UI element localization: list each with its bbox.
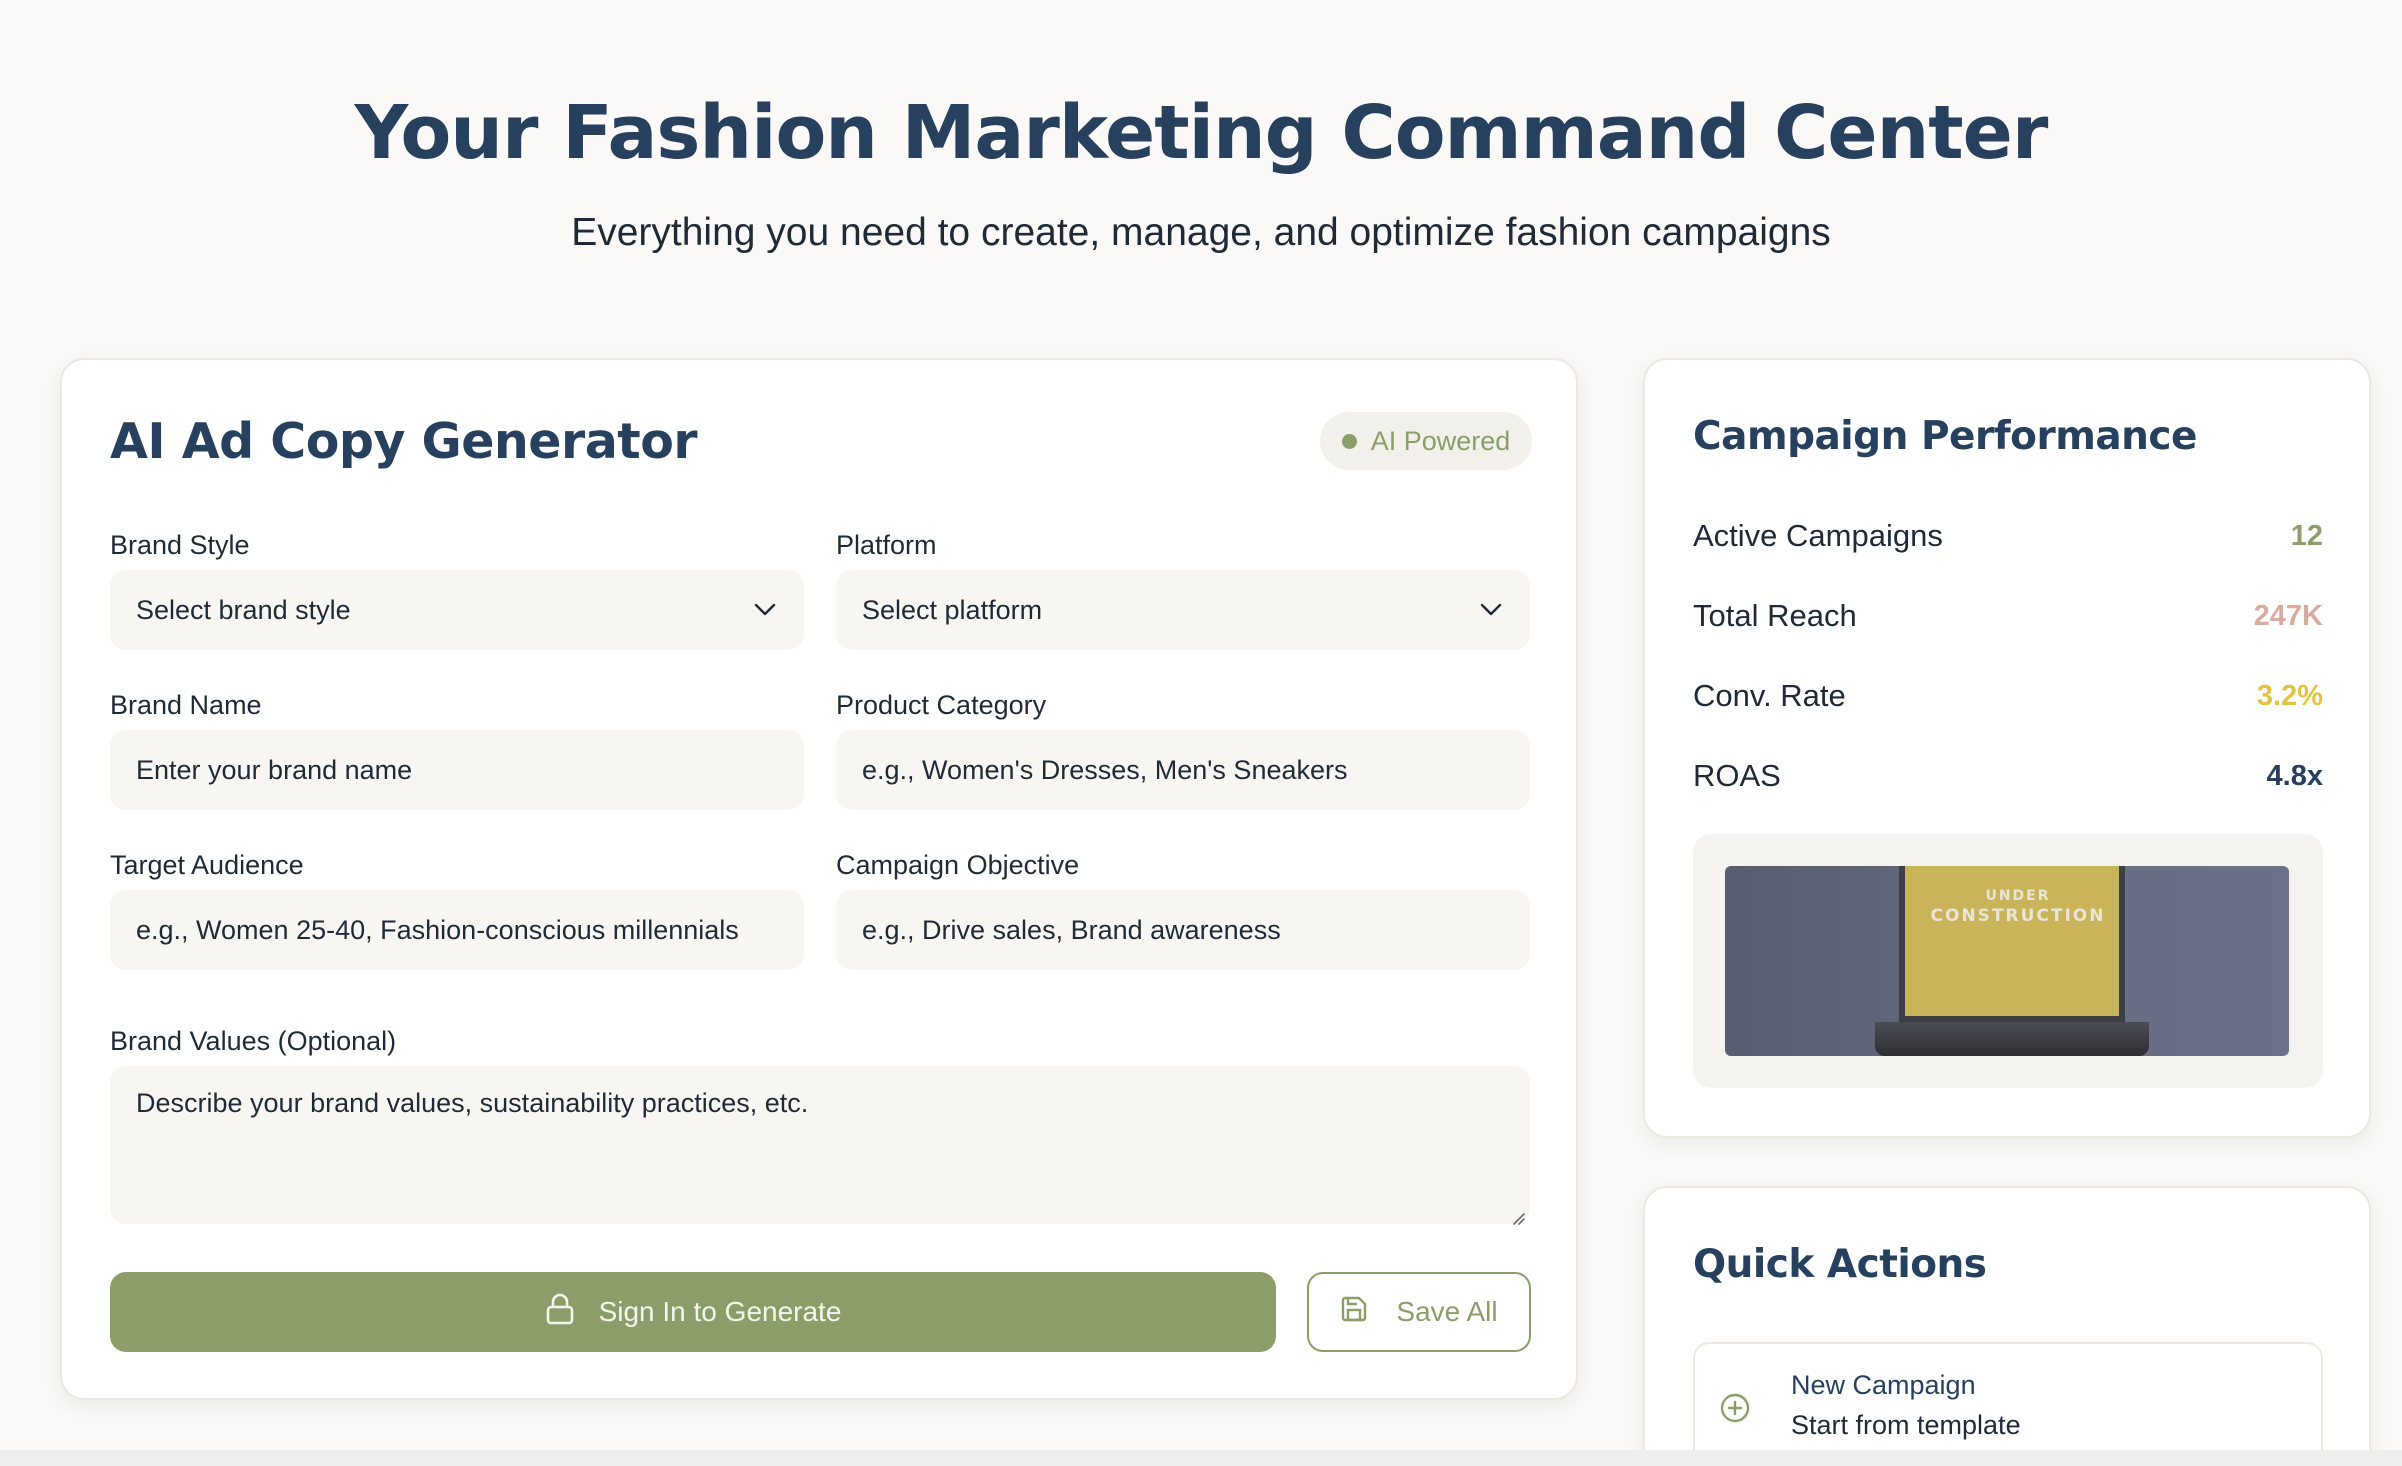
page-title: Your Fashion Marketing Command Center: [354, 90, 2049, 176]
save-icon: [1340, 1295, 1368, 1330]
campaign-objective-placeholder: e.g., Drive sales, Brand awareness: [862, 914, 1281, 945]
metric-row: Total Reach 247K: [1693, 594, 2323, 638]
platform-select[interactable]: Select platform: [836, 570, 1530, 650]
brand-values-label: Brand Values (Optional): [110, 1026, 397, 1056]
save-all-label: Save All: [1396, 1296, 1498, 1327]
page-subtitle: Everything you need to create, manage, a…: [571, 211, 1831, 254]
action-name: New Campaign: [1791, 1370, 1976, 1400]
lock-icon: [545, 1293, 575, 1332]
save-all-button[interactable]: Save All: [1307, 1272, 1531, 1352]
metric-row: Conv. Rate 3.2%: [1693, 674, 2323, 718]
brand-values-textarea[interactable]: Describe your brand values, sustainabili…: [110, 1066, 1530, 1225]
metric-value: 247K: [2253, 599, 2323, 632]
brand-values-placeholder: Describe your brand values, sustainabili…: [136, 1088, 809, 1118]
under-construction-image: UNDER CONSTRUCTION: [1725, 866, 2289, 1056]
metric-value: 4.8x: [2266, 759, 2323, 792]
page: Your Fashion Marketing Command Center Ev…: [0, 0, 2402, 1466]
metric-row: Active Campaigns 12: [1693, 514, 2323, 558]
product-category-input[interactable]: e.g., Women's Dresses, Men's Sneakers: [836, 730, 1530, 810]
ad-copy-generator-card: AI Ad Copy Generator AI Powered Brand St…: [60, 358, 1578, 1400]
resize-handle-icon[interactable]: [1508, 1202, 1526, 1225]
product-category-label: Product Category: [836, 690, 1047, 720]
campaign-objective-input[interactable]: e.g., Drive sales, Brand awareness: [836, 890, 1530, 970]
brand-style-label: Brand Style: [110, 530, 250, 560]
new-campaign-action[interactable]: New Campaign Start from template: [1693, 1342, 2323, 1466]
metric-label: ROAS: [1693, 758, 1781, 793]
performance-image-frame: UNDER CONSTRUCTION: [1693, 834, 2323, 1088]
campaign-objective-label: Campaign Objective: [836, 850, 1080, 880]
metric-row: ROAS 4.8x: [1693, 754, 2323, 798]
brand-style-select[interactable]: Select brand style: [110, 570, 804, 650]
sign-in-button-label: Sign In to Generate: [598, 1296, 842, 1327]
action-description: Start from template: [1791, 1410, 2021, 1440]
quick-actions-title: Quick Actions: [1693, 1242, 1987, 1287]
platform-label: Platform: [836, 530, 937, 560]
brand-style-value: Select brand style: [136, 594, 351, 625]
brand-name-input[interactable]: Enter your brand name: [110, 730, 804, 810]
quick-actions-card: Quick Actions New Campaign Start from te…: [1643, 1186, 2371, 1466]
target-audience-placeholder: e.g., Women 25-40, Fashion-conscious mil…: [136, 914, 739, 945]
laptop-screen: UNDER CONSTRUCTION: [1899, 866, 2125, 1022]
chevron-down-icon: [1478, 597, 1504, 623]
target-audience-label: Target Audience: [110, 850, 304, 880]
product-category-placeholder: e.g., Women's Dresses, Men's Sneakers: [862, 754, 1348, 785]
image-text-line2: CONSTRUCTION: [1930, 906, 2106, 926]
badge-label: AI Powered: [1370, 425, 1511, 456]
campaign-performance-card: Campaign Performance Active Campaigns 12…: [1643, 358, 2371, 1138]
target-audience-input[interactable]: e.g., Women 25-40, Fashion-conscious mil…: [110, 890, 804, 970]
metric-value: 3.2%: [2256, 679, 2323, 712]
metric-label: Active Campaigns: [1693, 518, 1943, 553]
generator-title: AI Ad Copy Generator: [110, 413, 698, 470]
horizontal-scrollbar[interactable]: [0, 1450, 2402, 1466]
brand-name-label: Brand Name: [110, 690, 262, 720]
metric-label: Total Reach: [1693, 598, 1857, 633]
plus-circle-icon: [1719, 1392, 1751, 1424]
metric-label: Conv. Rate: [1693, 678, 1846, 713]
chevron-down-icon: [752, 597, 778, 623]
sign-in-to-generate-button[interactable]: Sign In to Generate: [110, 1272, 1276, 1352]
platform-value: Select platform: [862, 594, 1043, 625]
metric-value: 12: [2290, 519, 2323, 552]
laptop-base: [1875, 1022, 2149, 1056]
image-text-line1: UNDER: [1985, 888, 2051, 904]
performance-title: Campaign Performance: [1693, 414, 2198, 459]
ai-powered-badge: AI Powered: [1320, 412, 1532, 470]
status-dot-icon: [1341, 433, 1357, 449]
brand-name-placeholder: Enter your brand name: [136, 754, 413, 785]
